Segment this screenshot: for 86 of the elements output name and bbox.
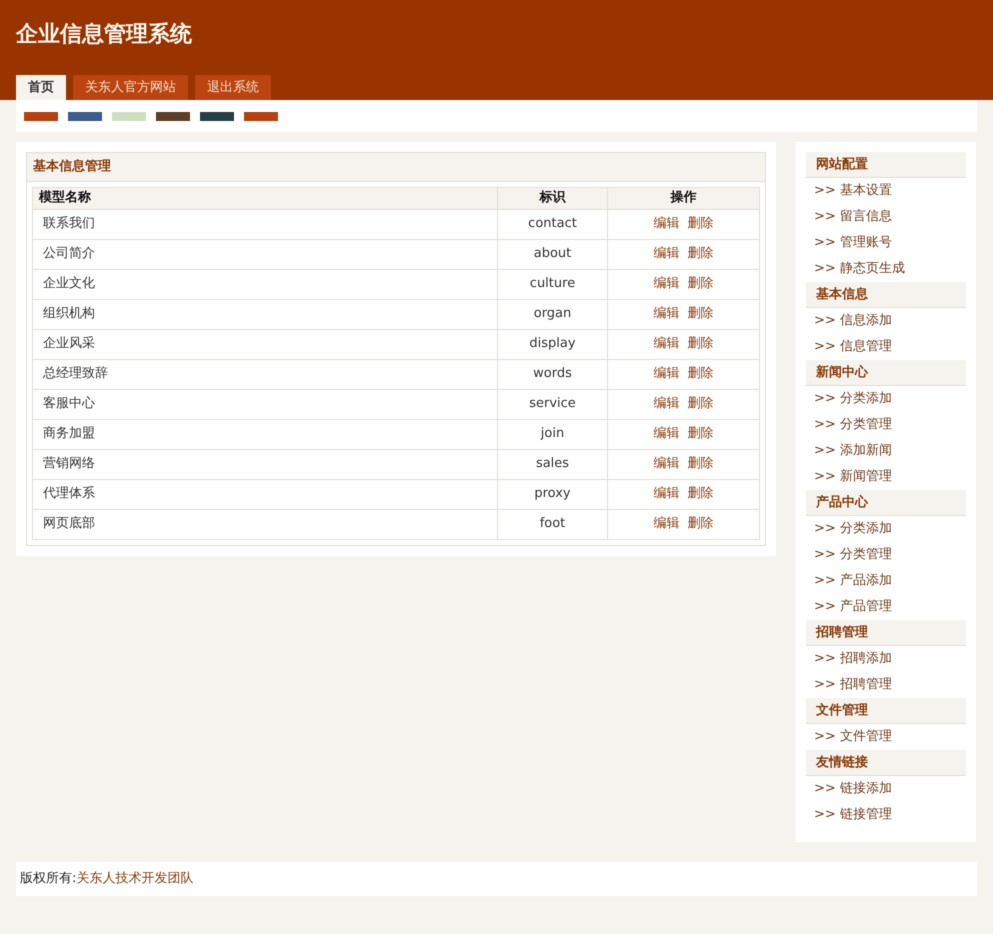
action-link[interactable]: 删除	[688, 246, 714, 262]
table-cell: words	[498, 359, 608, 389]
sidebar-link[interactable]: >> 链接添加	[806, 776, 966, 802]
action-link[interactable]: 编辑	[654, 336, 680, 352]
table-cell: display	[498, 329, 608, 359]
nav-tab[interactable]: 首页	[16, 75, 66, 100]
table-cell: service	[498, 389, 608, 419]
sidebar-heading: 产品中心	[806, 490, 966, 516]
action-link[interactable]: 编辑	[654, 306, 680, 322]
sidebar-link[interactable]: >> 静态页生成	[806, 256, 966, 282]
theme-swatch[interactable]	[244, 112, 278, 120]
sidebar-link[interactable]: >> 管理账号	[806, 230, 966, 256]
sidebar-link[interactable]: >> 分类管理	[806, 542, 966, 568]
sidebar-link[interactable]: >> 分类添加	[806, 386, 966, 412]
table-cell: 网页底部	[32, 509, 498, 539]
sidebar-heading: 友情链接	[806, 750, 966, 776]
sidebar-heading: 网站配置	[806, 152, 966, 178]
table-cell: foot	[498, 509, 608, 539]
action-link[interactable]: 编辑	[654, 246, 680, 262]
sidebar-heading: 文件管理	[806, 698, 966, 724]
action-link[interactable]: 编辑	[654, 276, 680, 292]
sidebar-heading: 招聘管理	[806, 620, 966, 646]
table-cell: contact	[498, 209, 608, 239]
sidebar-link[interactable]: >> 基本设置	[806, 178, 966, 204]
team-link[interactable]: 关东人技术开发团队	[76, 869, 194, 889]
theme-swatch[interactable]	[24, 112, 58, 120]
sidebar-link[interactable]: >> 招聘添加	[806, 646, 966, 672]
action-link[interactable]: 编辑	[654, 486, 680, 502]
table-cell: about	[498, 239, 608, 269]
action-link[interactable]: 删除	[688, 456, 714, 472]
table-cell: 商务加盟	[32, 419, 498, 449]
nav-tab[interactable]: 退出系统	[195, 75, 271, 100]
table-cell: proxy	[498, 479, 608, 509]
sidebar-link[interactable]: >> 分类管理	[806, 412, 966, 438]
column-header: 模型名称	[32, 187, 498, 209]
sidebar-link[interactable]: >> 信息管理	[806, 334, 966, 360]
action-link[interactable]: 删除	[688, 366, 714, 382]
table-cell: 代理体系	[32, 479, 498, 509]
panel-title: 基本信息管理	[27, 153, 765, 182]
column-header: 标识	[498, 187, 608, 209]
table-cell: 组织机构	[32, 299, 498, 329]
theme-swatch[interactable]	[200, 112, 234, 120]
table-cell: 营销网络	[32, 449, 498, 479]
theme-swatch[interactable]	[112, 112, 146, 120]
sidebar-link[interactable]: >> 链接管理	[806, 802, 966, 828]
sidebar-link[interactable]: >> 分类添加	[806, 516, 966, 542]
sidebar-link[interactable]: >> 留言信息	[806, 204, 966, 230]
sidebar-heading: 基本信息	[806, 282, 966, 308]
table-cell: organ	[498, 299, 608, 329]
sidebar-link[interactable]: >> 产品管理	[806, 594, 966, 620]
action-link[interactable]: 删除	[688, 516, 714, 532]
sidebar-link[interactable]: >> 招聘管理	[806, 672, 966, 698]
table-cell: 企业风采	[32, 329, 498, 359]
table-cell: culture	[498, 269, 608, 299]
action-link[interactable]: 编辑	[654, 426, 680, 442]
action-link[interactable]: 删除	[688, 216, 714, 232]
action-link[interactable]: 删除	[688, 336, 714, 352]
copyright-label: 版权所有:	[20, 870, 76, 888]
table-cell: 联系我们	[32, 209, 498, 239]
sidebar-link[interactable]: >> 信息添加	[806, 308, 966, 334]
table-cell: 公司简介	[32, 239, 498, 269]
action-link[interactable]: 编辑	[654, 366, 680, 382]
theme-swatch[interactable]	[156, 112, 190, 120]
table-cell: join	[498, 419, 608, 449]
action-link[interactable]: 删除	[688, 396, 714, 412]
column-header: 操作	[608, 187, 760, 209]
sidebar-link[interactable]: >> 添加新闻	[806, 438, 966, 464]
action-link[interactable]: 编辑	[654, 516, 680, 532]
nav-tab[interactable]: 关东人官方网站	[73, 75, 188, 100]
action-link[interactable]: 删除	[688, 486, 714, 502]
action-link[interactable]: 删除	[688, 426, 714, 442]
action-link[interactable]: 删除	[688, 306, 714, 322]
table-cell: 客服中心	[32, 389, 498, 419]
table-cell: 企业文化	[32, 269, 498, 299]
action-link[interactable]: 编辑	[654, 456, 680, 472]
table-cell: sales	[498, 449, 608, 479]
theme-swatch[interactable]	[68, 112, 102, 120]
action-link[interactable]: 删除	[688, 276, 714, 292]
sidebar-link[interactable]: >> 新闻管理	[806, 464, 966, 490]
sidebar-heading: 新闻中心	[806, 360, 966, 386]
action-link[interactable]: 编辑	[654, 216, 680, 232]
sidebar-link[interactable]: >> 产品添加	[806, 568, 966, 594]
sidebar-link[interactable]: >> 文件管理	[806, 724, 966, 750]
site-title: 企业信息管理系统	[16, 20, 193, 49]
action-link[interactable]: 编辑	[654, 396, 680, 412]
table-cell: 总经理致辞	[32, 359, 498, 389]
